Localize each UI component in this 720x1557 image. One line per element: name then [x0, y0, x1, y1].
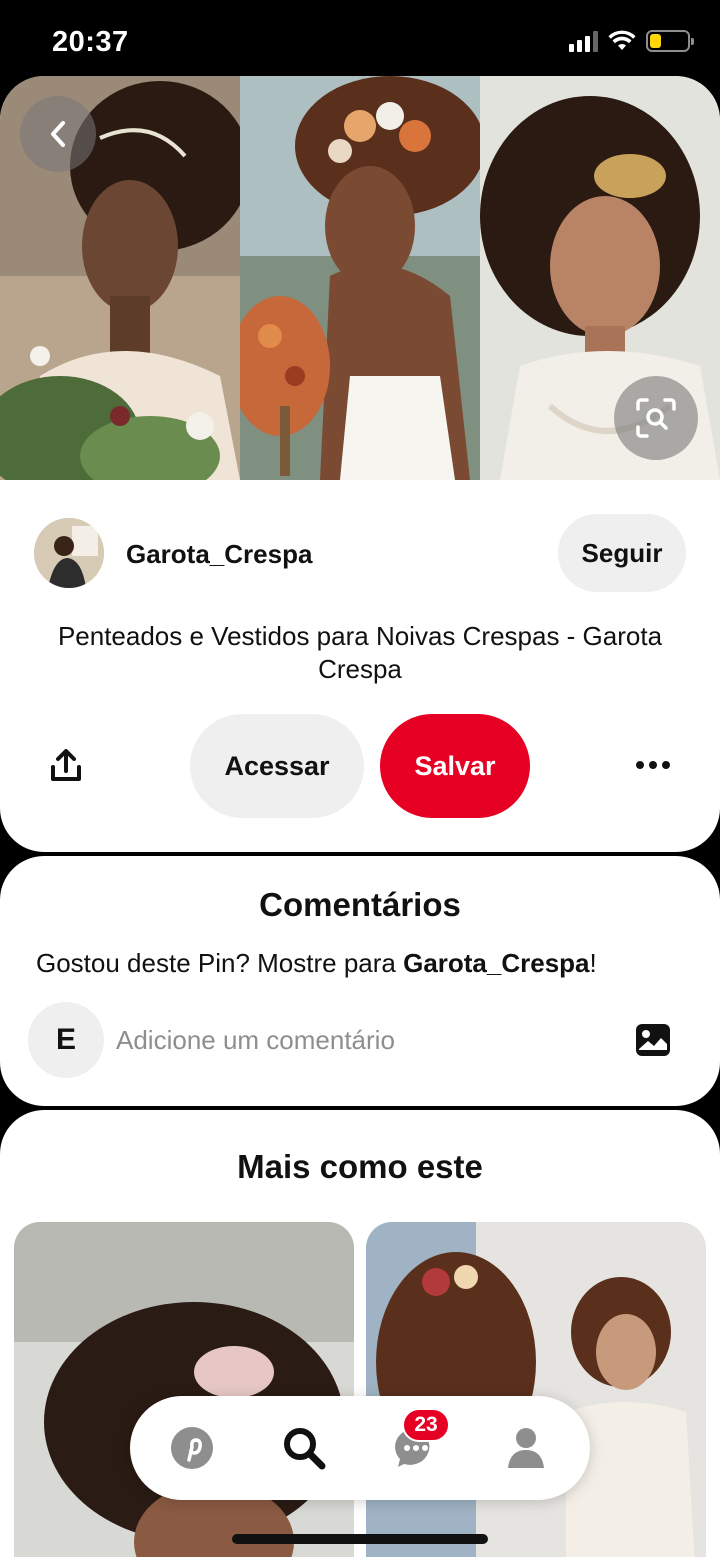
status-bar: 20:37	[0, 0, 720, 80]
prompt-suffix: !	[589, 948, 597, 978]
lens-search-icon	[636, 398, 676, 438]
more-options-button[interactable]	[630, 750, 676, 780]
image-icon	[636, 1024, 670, 1056]
visual-search-button[interactable]	[614, 376, 698, 460]
visit-button[interactable]: Acessar	[190, 714, 364, 818]
share-button[interactable]	[44, 744, 88, 788]
author-avatar[interactable]	[34, 518, 104, 588]
share-icon	[51, 749, 81, 781]
author-row: Garota_Crespa Seguir	[34, 514, 686, 592]
comments-title: Comentários	[259, 886, 461, 923]
follow-button[interactable]: Seguir	[558, 514, 686, 592]
more-like-this-title: Mais como este	[237, 1148, 483, 1185]
profile-icon	[508, 1428, 544, 1468]
comments-card: Comentários Gostou deste Pin? Mostre par…	[0, 856, 720, 1106]
home-indicator	[232, 1534, 488, 1544]
search-icon	[284, 1428, 326, 1470]
prompt-author[interactable]: Garota_Crespa	[403, 948, 589, 978]
status-icons	[569, 30, 694, 52]
comments-prompt: Gostou deste Pin? Mostre para Garota_Cre…	[36, 948, 597, 979]
comment-composer: E	[28, 1002, 688, 1078]
pin-actions: Acessar Salvar	[0, 714, 720, 818]
pin-card: Garota_Crespa Seguir Penteados e Vestido…	[0, 76, 720, 852]
related-pin[interactable]	[14, 1222, 354, 1557]
bride-photo-2	[240, 76, 480, 480]
nav-search[interactable]	[274, 1418, 334, 1478]
comment-input[interactable]	[116, 1018, 616, 1062]
pinterest-home-icon	[171, 1427, 213, 1469]
save-button[interactable]: Salvar	[380, 714, 530, 818]
pin-image[interactable]	[0, 76, 720, 480]
nav-home[interactable]	[162, 1418, 222, 1478]
prompt-text: Gostou deste Pin? Mostre para	[36, 948, 404, 978]
chevron-left-icon	[51, 121, 65, 147]
add-photo-button[interactable]	[634, 1022, 672, 1058]
more-dot	[649, 761, 657, 769]
wifi-icon	[608, 30, 636, 50]
pin-title: Penteados e Vestidos para Noivas Crespas…	[57, 621, 663, 684]
messages-badge: 23	[402, 1408, 450, 1442]
more-dot	[662, 761, 670, 769]
signal-icon	[569, 30, 598, 52]
related-pin[interactable]	[366, 1222, 706, 1557]
user-avatar[interactable]: E	[28, 1002, 104, 1078]
nav-profile[interactable]	[496, 1418, 556, 1478]
author-name[interactable]: Garota_Crespa	[126, 539, 312, 570]
status-time: 20:37	[52, 26, 129, 58]
battery-icon	[646, 30, 694, 52]
back-button[interactable]	[20, 96, 96, 172]
bottom-nav: 23	[130, 1396, 590, 1500]
more-dot	[636, 761, 644, 769]
